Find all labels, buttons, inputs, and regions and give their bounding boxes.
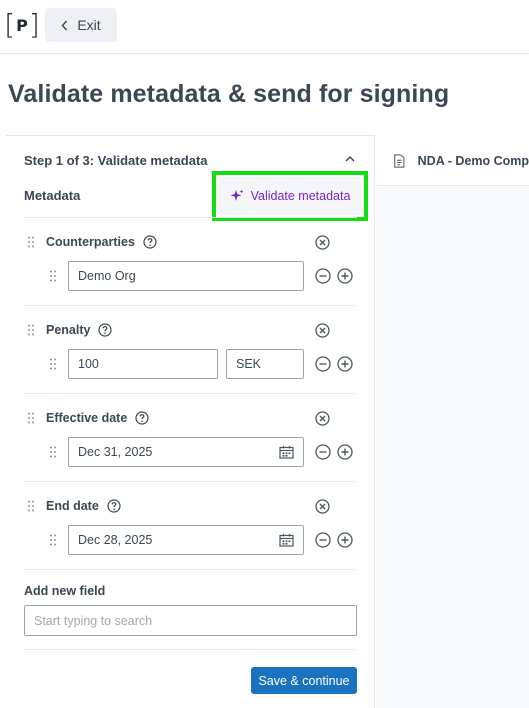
document-icon xyxy=(394,153,405,168)
effective-date-label: Effective date xyxy=(46,411,128,425)
drag-handle-icon[interactable] xyxy=(49,446,57,458)
help-icon[interactable] xyxy=(135,411,149,425)
divider xyxy=(24,393,357,394)
add-new-field-label: Add new field xyxy=(24,584,106,598)
plus-circle-icon[interactable] xyxy=(337,444,353,460)
plus-circle-icon[interactable] xyxy=(337,356,353,372)
end-date-value: Dec 28, 2025 xyxy=(78,533,153,547)
page-title: Validate metadata & send for signing xyxy=(8,80,450,108)
drag-handle-icon[interactable] xyxy=(27,500,35,512)
minus-circle-icon[interactable] xyxy=(315,268,331,284)
plus-circle-icon[interactable] xyxy=(337,532,353,548)
remove-field-icon[interactable] xyxy=(315,323,330,338)
drag-handle-icon[interactable] xyxy=(27,236,35,248)
metadata-panel: Step 1 of 3: Validate metadata Metadata … xyxy=(6,135,375,708)
divider xyxy=(24,217,357,218)
remove-field-icon[interactable] xyxy=(315,499,330,514)
add-field-search-input[interactable]: Start typing to search xyxy=(24,605,357,636)
counterparties-label: Counterparties xyxy=(46,235,135,249)
document-preview-panel: NDA - Demo Comp xyxy=(376,136,529,708)
drag-handle-icon[interactable] xyxy=(49,534,57,546)
effective-date-value: Dec 31, 2025 xyxy=(78,445,153,459)
field-label-counterparties: Counterparties xyxy=(46,235,157,249)
step-title: Step 1 of 3: Validate metadata xyxy=(24,153,208,168)
counterparties-input[interactable]: Demo Org xyxy=(68,261,304,291)
validate-metadata-button[interactable]: Validate metadata xyxy=(218,177,362,215)
drag-handle-icon[interactable] xyxy=(27,324,35,336)
top-bar: [P] Exit xyxy=(0,0,529,54)
document-tab[interactable]: NDA - Demo Comp xyxy=(376,136,529,186)
help-icon[interactable] xyxy=(107,499,121,513)
remove-field-icon[interactable] xyxy=(315,411,330,426)
metadata-label: Metadata xyxy=(24,188,81,203)
penalty-value: 100 xyxy=(78,357,99,371)
divider xyxy=(24,649,357,650)
help-icon[interactable] xyxy=(98,323,113,337)
drag-handle-icon[interactable] xyxy=(49,358,57,370)
minus-circle-icon[interactable] xyxy=(315,532,331,548)
penalty-currency-input[interactable]: SEK xyxy=(226,349,304,379)
exit-button[interactable]: Exit xyxy=(45,8,117,42)
validate-highlight: Validate metadata xyxy=(212,171,368,221)
penalty-label: Penalty xyxy=(46,323,91,337)
penalty-amount-input[interactable]: 100 xyxy=(68,349,218,379)
document-name: NDA - Demo Comp xyxy=(417,153,529,168)
minus-circle-icon[interactable] xyxy=(315,356,331,372)
validate-metadata-label: Validate metadata xyxy=(250,189,351,203)
drag-handle-icon[interactable] xyxy=(27,412,35,424)
end-date-label: End date xyxy=(46,499,99,513)
field-label-effective-date: Effective date xyxy=(46,411,149,425)
add-field-placeholder: Start typing to search xyxy=(34,613,153,628)
save-continue-button[interactable]: Save & continue xyxy=(251,667,357,694)
field-label-end-date: End date xyxy=(46,499,121,513)
drag-handle-icon[interactable] xyxy=(49,270,57,282)
penalty-currency: SEK xyxy=(236,357,262,371)
field-label-penalty: Penalty xyxy=(46,323,113,337)
divider xyxy=(24,305,357,306)
effective-date-input[interactable]: Dec 31, 2025 xyxy=(68,437,304,467)
calendar-icon[interactable] xyxy=(279,445,294,459)
chevron-up-icon[interactable] xyxy=(343,152,357,166)
minus-circle-icon[interactable] xyxy=(315,444,331,460)
sparkle-icon xyxy=(230,189,244,201)
remove-field-icon[interactable] xyxy=(315,235,330,250)
exit-label: Exit xyxy=(77,17,101,33)
calendar-icon[interactable] xyxy=(279,533,294,547)
chevron-left-icon xyxy=(61,20,68,30)
end-date-input[interactable]: Dec 28, 2025 xyxy=(68,525,304,555)
app-logo: [P] xyxy=(4,8,40,41)
help-icon[interactable] xyxy=(143,235,157,249)
plus-circle-icon[interactable] xyxy=(337,268,353,284)
counterparties-value: Demo Org xyxy=(78,269,136,283)
divider xyxy=(24,481,357,482)
divider xyxy=(24,569,357,570)
